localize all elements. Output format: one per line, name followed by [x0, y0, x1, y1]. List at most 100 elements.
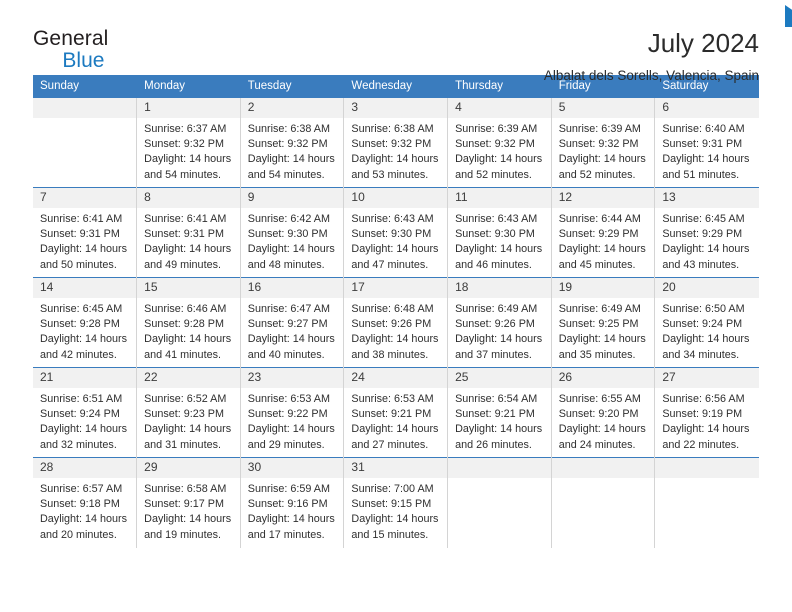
daylight-text-line2: and 43 minutes. [662, 258, 740, 271]
calendar-day-cell[interactable]: 4 Sunrise: 6:39 AM Sunset: 9:32 PM Daylight… [447, 97, 552, 188]
calendar-day-cell[interactable]: 26 Sunrise: 6:55 AM Sunset: 9:20 PM Dayligh… [551, 367, 656, 458]
daylight-text-line1: Daylight: 14 hours [247, 423, 335, 436]
daylight-text-line1: Daylight: 14 hours [558, 423, 646, 436]
daylight-text-line2: and 50 minutes. [40, 258, 117, 271]
sunset-text: Sunset: 9:29 PM [558, 228, 639, 241]
day-number: 17 [344, 278, 448, 298]
day-details: Sunrise: 6:40 AM Sunset: 9:31 PM Daylight:… [655, 118, 758, 183]
sunrise-text: Sunrise: 6:48 AM [351, 302, 434, 315]
calendar-day-cell[interactable]: 23 Sunrise: 6:53 AM Sunset: 9:22 PM Dayligh… [240, 367, 345, 458]
calendar-day-cell[interactable]: 19 Sunrise: 6:49 AM Sunset: 9:25 PM Dayligh… [551, 277, 656, 368]
calendar-day-cell[interactable]: 7 Sunrise: 6:41 AM Sunset: 9:31 PM Daylight… [33, 187, 138, 278]
day-details: Sunrise: 6:56 AM Sunset: 9:19 PM Daylight:… [655, 388, 758, 453]
calendar-day-cell[interactable]: 12 Sunrise: 6:44 AM Sunset: 9:29 PM Dayligh… [551, 187, 656, 278]
daylight-text-line1: Daylight: 14 hours [40, 513, 128, 526]
daylight-text-line2: and 45 minutes. [558, 258, 636, 271]
calendar-day-cell[interactable]: 3 Sunrise: 6:38 AM Sunset: 9:32 PM Daylight… [343, 97, 449, 188]
day-number: 19 [551, 278, 655, 298]
weekday-header-wednesday: Wednesday [343, 75, 449, 98]
day-details: Sunrise: 6:48 AM Sunset: 9:26 PM Daylight:… [344, 298, 447, 363]
sunset-text: Sunset: 9:31 PM [40, 228, 120, 241]
sunrise-text: Sunrise: 6:41 AM [40, 212, 123, 225]
calendar-day-cell[interactable]: 24 Sunrise: 6:53 AM Sunset: 9:21 PM Dayligh… [343, 367, 449, 458]
calendar-day-cell[interactable]: 14 Sunrise: 6:45 AM Sunset: 9:28 PM Dayligh… [33, 277, 138, 368]
calendar-day-cell[interactable]: 29 Sunrise: 6:58 AM Sunset: 9:17 PM Dayligh… [136, 457, 241, 548]
sunrise-text: Sunrise: 6:56 AM [662, 392, 745, 405]
day-details: Sunrise: 6:39 AM Sunset: 9:32 PM Daylight:… [448, 118, 551, 183]
calendar-day-cell[interactable]: 21 Sunrise: 6:51 AM Sunset: 9:24 PM Dayligh… [33, 367, 138, 458]
daylight-text-line1: Daylight: 14 hours [247, 153, 335, 166]
daylight-text-line2: and 19 minutes. [144, 528, 221, 541]
day-details: Sunrise: 6:41 AM Sunset: 9:31 PM Daylight:… [33, 208, 136, 273]
day-number: 15 [137, 278, 240, 298]
daylight-text-line1: Daylight: 14 hours [247, 333, 335, 346]
daylight-text-line2: and 24 minutes. [558, 438, 636, 451]
calendar-day-cell[interactable]: 13 Sunrise: 6:45 AM Sunset: 9:29 PM Dayligh… [654, 187, 759, 278]
calendar-day-cell[interactable]: 2 Sunrise: 6:38 AM Sunset: 9:32 PM Daylight… [240, 97, 345, 188]
calendar-day-cell[interactable]: 30 Sunrise: 6:59 AM Sunset: 9:16 PM Dayligh… [240, 457, 345, 548]
calendar-day-cell[interactable]: 6 Sunrise: 6:40 AM Sunset: 9:31 PM Daylight… [654, 97, 759, 188]
daylight-text-line2: and 40 minutes. [247, 348, 325, 361]
calendar-week-row: 28 Sunrise: 6:57 AM Sunset: 9:18 PM Dayligh… [33, 457, 759, 548]
day-number: 5 [551, 98, 655, 118]
day-number: 18 [448, 278, 551, 298]
day-details: Sunrise: 6:58 AM Sunset: 9:17 PM Daylight:… [137, 478, 240, 543]
daylight-text-line2: and 48 minutes. [247, 258, 325, 271]
weekday-header-monday: Monday [136, 75, 241, 98]
day-number: 16 [240, 278, 344, 298]
calendar-day-cell[interactable]: 18 Sunrise: 6:49 AM Sunset: 9:26 PM Dayligh… [447, 277, 552, 368]
sunrise-text: Sunrise: 6:50 AM [662, 302, 745, 315]
calendar-page: General Blue July 2024 Albalat dels Sore… [0, 0, 792, 612]
sunset-text: Sunset: 9:32 PM [247, 138, 328, 151]
daylight-text-line1: Daylight: 14 hours [351, 513, 439, 526]
day-details: Sunrise: 6:44 AM Sunset: 9:29 PM Daylight:… [552, 208, 655, 273]
day-number: 4 [448, 98, 551, 118]
day-details: Sunrise: 6:52 AM Sunset: 9:23 PM Daylight:… [137, 388, 240, 453]
daylight-text-line1: Daylight: 14 hours [351, 423, 439, 436]
day-number: 26 [551, 368, 655, 388]
daylight-text-line2: and 42 minutes. [40, 348, 117, 361]
calendar-day-cell[interactable]: 10 Sunrise: 6:43 AM Sunset: 9:30 PM Dayligh… [343, 187, 449, 278]
sunrise-text: Sunrise: 6:58 AM [144, 482, 227, 495]
calendar-day-cell[interactable]: 17 Sunrise: 6:48 AM Sunset: 9:26 PM Dayligh… [343, 277, 449, 368]
calendar-day-cell[interactable]: 22 Sunrise: 6:52 AM Sunset: 9:23 PM Dayligh… [136, 367, 241, 458]
calendar-day-cell[interactable]: 20 Sunrise: 6:50 AM Sunset: 9:24 PM Dayligh… [654, 277, 759, 368]
calendar-day-cell[interactable]: 15 Sunrise: 6:46 AM Sunset: 9:28 PM Dayligh… [136, 277, 241, 368]
calendar-day-cell[interactable]: 27 Sunrise: 6:56 AM Sunset: 9:19 PM Dayligh… [654, 367, 759, 458]
generalblue-logo: General Blue [33, 5, 792, 72]
calendar-day-cell[interactable]: 16 Sunrise: 6:47 AM Sunset: 9:27 PM Dayligh… [240, 277, 345, 368]
daylight-text-line1: Daylight: 14 hours [455, 243, 543, 256]
daylight-text-line2: and 32 minutes. [40, 438, 117, 451]
day-details: Sunrise: 6:42 AM Sunset: 9:30 PM Daylight:… [241, 208, 344, 273]
day-details: Sunrise: 6:41 AM Sunset: 9:31 PM Daylight:… [137, 208, 240, 273]
daylight-text-line2: and 26 minutes. [455, 438, 532, 451]
daylight-text-line1: Daylight: 14 hours [455, 153, 543, 166]
calendar-day-cell[interactable]: 8 Sunrise: 6:41 AM Sunset: 9:31 PM Daylight… [136, 187, 241, 278]
daylight-text-line1: Daylight: 14 hours [662, 153, 750, 166]
calendar-day-cell[interactable]: 1 Sunrise: 6:37 AM Sunset: 9:32 PM Daylight… [136, 97, 241, 188]
calendar-day-cell[interactable]: 9 Sunrise: 6:42 AM Sunset: 9:30 PM Daylight… [240, 187, 345, 278]
sunrise-text: Sunrise: 6:59 AM [247, 482, 331, 495]
daylight-text-line1: Daylight: 14 hours [247, 243, 335, 256]
calendar-body: 1 Sunrise: 6:37 AM Sunset: 9:32 PM Daylight… [33, 97, 759, 548]
sunrise-text: Sunrise: 6:45 AM [40, 302, 123, 315]
calendar-day-cell[interactable]: 28 Sunrise: 6:57 AM Sunset: 9:18 PM Dayligh… [33, 457, 138, 548]
calendar-day-cell[interactable]: 11 Sunrise: 6:43 AM Sunset: 9:30 PM Dayligh… [447, 187, 552, 278]
calendar-day-cell[interactable]: 5 Sunrise: 6:39 AM Sunset: 9:32 PM Daylight… [551, 97, 656, 188]
daylight-text-line2: and 46 minutes. [455, 258, 532, 271]
sunrise-text: Sunrise: 6:51 AM [40, 392, 123, 405]
day-details: Sunrise: 6:46 AM Sunset: 9:28 PM Daylight:… [137, 298, 240, 363]
sunrise-text: Sunrise: 6:43 AM [455, 212, 538, 225]
daylight-text-line1: Daylight: 14 hours [40, 243, 128, 256]
sunset-text: Sunset: 9:15 PM [351, 498, 432, 511]
calendar-day-cell[interactable]: 31 Sunrise: 7:00 AM Sunset: 9:15 PM Dayligh… [343, 457, 449, 548]
sunrise-text: Sunrise: 6:53 AM [247, 392, 331, 405]
logo-text-blue: Blue [62, 49, 105, 72]
sunset-text: Sunset: 9:28 PM [40, 318, 120, 331]
calendar-day-cell[interactable]: 25 Sunrise: 6:54 AM Sunset: 9:21 PM Dayligh… [447, 367, 552, 458]
sunset-text: Sunset: 9:16 PM [247, 498, 328, 511]
sunset-text: Sunset: 9:32 PM [558, 138, 639, 151]
sunrise-text: Sunrise: 6:44 AM [558, 212, 641, 225]
day-details: Sunrise: 6:59 AM Sunset: 9:16 PM Daylight:… [241, 478, 344, 543]
daylight-text-line1: Daylight: 14 hours [558, 333, 646, 346]
